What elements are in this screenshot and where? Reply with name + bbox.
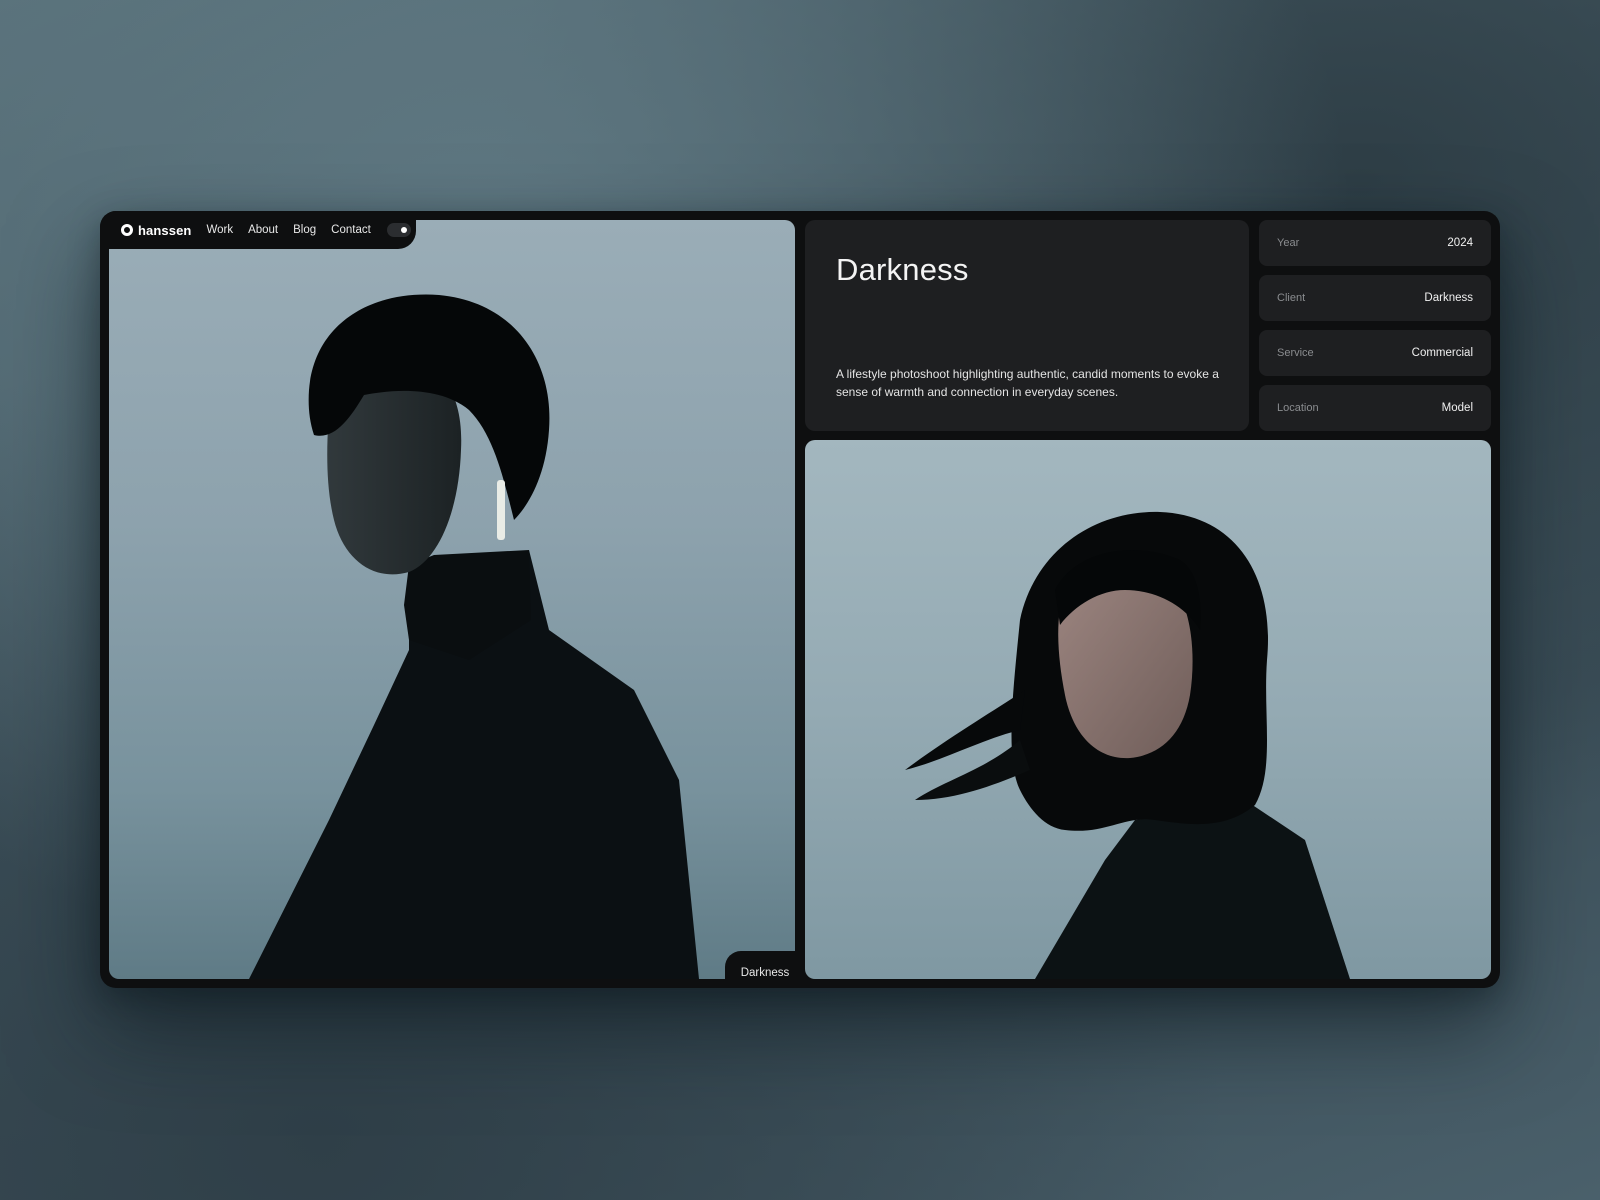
project-photo-primary	[109, 220, 795, 979]
project-info-card: Darkness A lifestyle photoshoot highligh…	[805, 220, 1249, 431]
photo-caption-tab: Darkness	[725, 951, 805, 988]
meta-value: Darkness	[1424, 292, 1473, 304]
project-title: Darkness	[836, 252, 969, 287]
nav-link-about[interactable]: About	[248, 224, 278, 236]
meta-label: Location	[1277, 402, 1319, 414]
meta-value: Commercial	[1411, 347, 1473, 359]
nav-link-work[interactable]: Work	[206, 224, 233, 236]
top-navigation: hanssen Work About Blog Contact	[100, 211, 416, 249]
portfolio-window: hanssen Work About Blog Contact Darkness…	[100, 211, 1500, 988]
project-description: A lifestyle photoshoot highlighting auth…	[836, 367, 1219, 399]
nav-link-contact[interactable]: Contact	[331, 224, 371, 236]
meta-label: Year	[1277, 237, 1300, 249]
meta-label: Service	[1277, 347, 1314, 359]
nav-link-blog[interactable]: Blog	[293, 224, 316, 236]
toggle-knob-icon	[400, 227, 407, 233]
meta-label: Client	[1277, 292, 1306, 304]
theme-toggle[interactable]	[386, 223, 411, 237]
brand-name: hanssen	[138, 222, 192, 238]
meta-row-location: Location Model	[1259, 385, 1491, 431]
meta-row-client: Client Darkness	[1259, 275, 1491, 321]
project-meta-list: Year 2024 Client Darkness Service Commer…	[1259, 220, 1491, 440]
portrait-silhouette-short-hair	[249, 294, 699, 979]
meta-value: 2024	[1447, 237, 1473, 249]
portrait-silhouette-windblown-hair	[905, 511, 1350, 979]
brand-logo[interactable]: hanssen	[121, 223, 191, 238]
meta-value: Model	[1441, 402, 1473, 414]
ring-logo-icon	[121, 224, 133, 236]
photo-caption: Darkness	[740, 966, 790, 979]
meta-row-year: Year 2024	[1259, 220, 1491, 266]
project-photo-secondary	[805, 440, 1491, 979]
meta-row-service: Service Commercial	[1259, 330, 1491, 376]
